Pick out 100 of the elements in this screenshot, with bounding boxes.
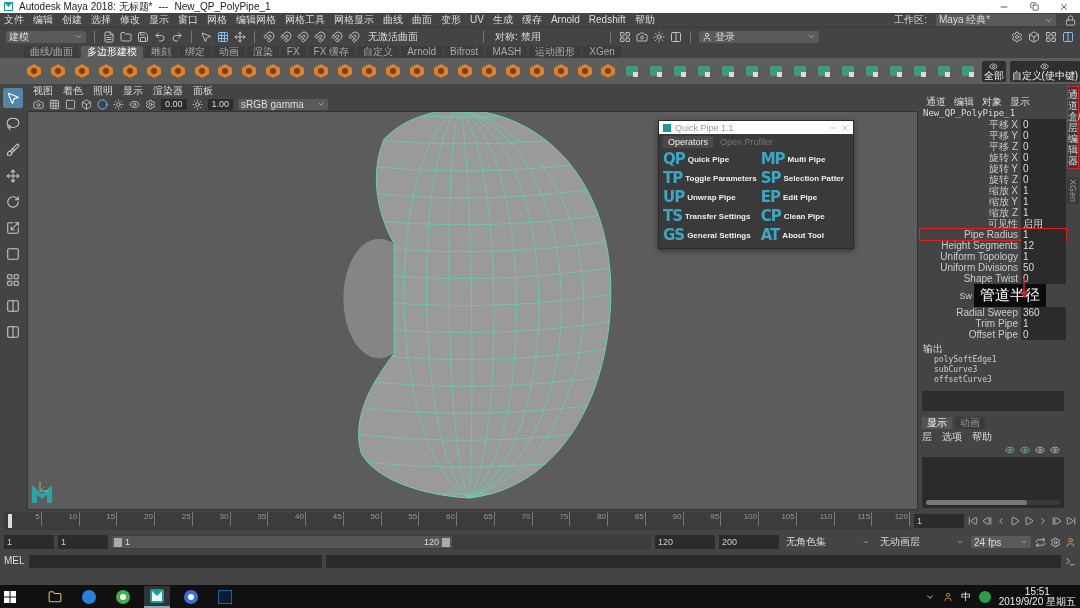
- magnet-icon[interactable]: [348, 30, 360, 43]
- side-tab[interactable]: XGen: [1067, 177, 1079, 204]
- shelf-tab[interactable]: 动画: [212, 46, 245, 58]
- grid-icon[interactable]: [217, 30, 229, 43]
- preferences-icon[interactable]: [1050, 536, 1061, 548]
- attribute-value[interactable]: 1: [1021, 318, 1066, 329]
- magnet-icon[interactable]: [297, 30, 309, 43]
- shelf-tool[interactable]: 全部: [981, 60, 1006, 82]
- operator-icon[interactable]: CP: [760, 208, 781, 224]
- output-node[interactable]: offsetCurve3: [920, 375, 1066, 385]
- end-field[interactable]: 200: [719, 535, 779, 549]
- shelf-tab[interactable]: 绑定: [178, 46, 211, 58]
- shelf-tab[interactable]: Bifrost: [444, 46, 485, 58]
- attribute-row[interactable]: 缩放 Y 1: [920, 196, 1066, 207]
- previous-key-icon[interactable]: [996, 516, 1006, 526]
- menu-item[interactable]: 显示: [149, 14, 169, 26]
- pause-icon[interactable]: [670, 30, 682, 43]
- attribute-row[interactable]: 平移 X 0: [920, 119, 1066, 130]
- move-icon[interactable]: [6, 169, 20, 183]
- magnet-icon[interactable]: [263, 30, 275, 43]
- attribute-row[interactable]: Height Segments 12: [920, 240, 1066, 251]
- light-icon[interactable]: [113, 98, 124, 110]
- character-icon[interactable]: [1065, 536, 1076, 548]
- menu-item[interactable]: 选择: [91, 14, 111, 26]
- layer-tab[interactable]: 动画: [955, 417, 985, 429]
- close-icon[interactable]: [1059, 1, 1069, 12]
- attribute-row[interactable]: 缩放 X 1: [920, 185, 1066, 196]
- menu-item[interactable]: 曲面: [412, 14, 432, 26]
- layer-icon[interactable]: [1035, 445, 1045, 455]
- attribute-value[interactable]: 0: [1021, 273, 1066, 284]
- range-bar[interactable]: 1 120: [112, 536, 452, 548]
- attribute-value[interactable]: 启用: [1021, 218, 1066, 229]
- new-file-icon[interactable]: [103, 30, 115, 43]
- panel-menu-item[interactable]: 显示: [123, 84, 143, 97]
- shelf-tab[interactable]: 运动图形: [529, 46, 582, 58]
- attribute-value[interactable]: 1: [1021, 229, 1066, 240]
- caret-icon[interactable]: [862, 538, 870, 546]
- menu-item[interactable]: 网格: [207, 14, 227, 26]
- gamma-field[interactable]: 1.00: [207, 98, 234, 110]
- shading-icon[interactable]: [97, 98, 108, 110]
- menu-item[interactable]: 缓存: [521, 14, 542, 26]
- shelf-tab[interactable]: 曲线/曲面: [24, 46, 79, 58]
- shelf-tab[interactable]: XGen: [583, 46, 621, 58]
- windows-icon[interactable]: [4, 590, 16, 603]
- shelf-tab[interactable]: 自定义: [357, 46, 400, 58]
- folder-icon[interactable]: [48, 589, 62, 604]
- mode-dropdown[interactable]: 建模: [6, 30, 86, 43]
- attribute-row[interactable]: Shape Twist 0: [920, 273, 1066, 284]
- attribute-value[interactable]: 0: [1021, 119, 1066, 130]
- command-field[interactable]: [28, 554, 323, 568]
- layer-icon[interactable]: [1020, 445, 1030, 455]
- menu-item[interactable]: Arnold: [550, 14, 580, 26]
- menu-item[interactable]: 帮助: [634, 14, 655, 26]
- light-icon[interactable]: [653, 30, 665, 43]
- operator-label[interactable]: General Settings: [687, 230, 751, 240]
- layer-menu-item[interactable]: 选项: [942, 431, 962, 443]
- caret-icon[interactable]: [317, 100, 326, 108]
- panel-menu-item[interactable]: 渲染器: [153, 84, 183, 97]
- script-editor-icon[interactable]: [1065, 555, 1076, 567]
- operator-icon[interactable]: EP: [760, 189, 780, 205]
- caret-icon[interactable]: [1020, 538, 1028, 546]
- shelf-tab[interactable]: 雕刻: [144, 46, 177, 58]
- pointer-icon[interactable]: [200, 30, 212, 43]
- panel-menu-item[interactable]: 着色: [63, 84, 83, 97]
- loop-icon[interactable]: [1035, 536, 1046, 548]
- isolate-icon[interactable]: [129, 98, 140, 110]
- gamma-icon[interactable]: [191, 98, 203, 110]
- layer-icon[interactable]: [1050, 445, 1060, 455]
- lock-icon[interactable]: [1065, 14, 1076, 26]
- menu-item[interactable]: 生成: [492, 14, 513, 26]
- go-to-end-icon[interactable]: [1066, 516, 1076, 526]
- grid-icon[interactable]: [49, 98, 60, 110]
- shelf-tab[interactable]: Arnold: [401, 46, 443, 58]
- move-icon[interactable]: [234, 30, 246, 43]
- menu-item[interactable]: Redshift: [588, 14, 626, 26]
- range-slider-track[interactable]: 1 120: [112, 535, 651, 549]
- panel-menu-item[interactable]: 面板: [193, 84, 213, 97]
- attribute-row[interactable]: Uniform Divisions 50: [920, 262, 1066, 273]
- menu-item[interactable]: 创建: [62, 14, 82, 26]
- attribute-row[interactable]: Pipe Radius 1: [920, 229, 1066, 240]
- attribute-value[interactable]: 1: [1021, 251, 1066, 262]
- shelf-tab[interactable]: 多边形建模: [80, 46, 143, 58]
- polygon-icon[interactable]: [24, 61, 44, 81]
- app-icon[interactable]: [150, 588, 164, 603]
- menu-item[interactable]: 文件: [4, 14, 24, 26]
- timeline-ruler[interactable]: 5 10 15 20 25 30 35 40 45 50 55 60 65 70 75 80 85 90 95 100 105 110 115 120: [4, 512, 910, 530]
- shelf-tab[interactable]: FX: [280, 46, 306, 58]
- magnet-icon[interactable]: [331, 30, 343, 43]
- browser-icon[interactable]: [116, 589, 130, 604]
- four-view-icon[interactable]: [6, 273, 20, 287]
- operator-label[interactable]: Transfer Settings: [685, 211, 751, 221]
- redo-icon[interactable]: [171, 30, 183, 43]
- operator-label[interactable]: Quick Pipe: [687, 154, 730, 164]
- cube-icon[interactable]: [81, 98, 92, 110]
- camera-icon[interactable]: [33, 98, 44, 110]
- play-icon[interactable]: [1024, 516, 1034, 526]
- save-icon[interactable]: [137, 30, 149, 43]
- attribute-value[interactable]: 50: [1021, 262, 1066, 273]
- menu-item[interactable]: 编辑: [33, 14, 53, 26]
- attribute-row[interactable]: 旋转 Y 0: [920, 163, 1066, 174]
